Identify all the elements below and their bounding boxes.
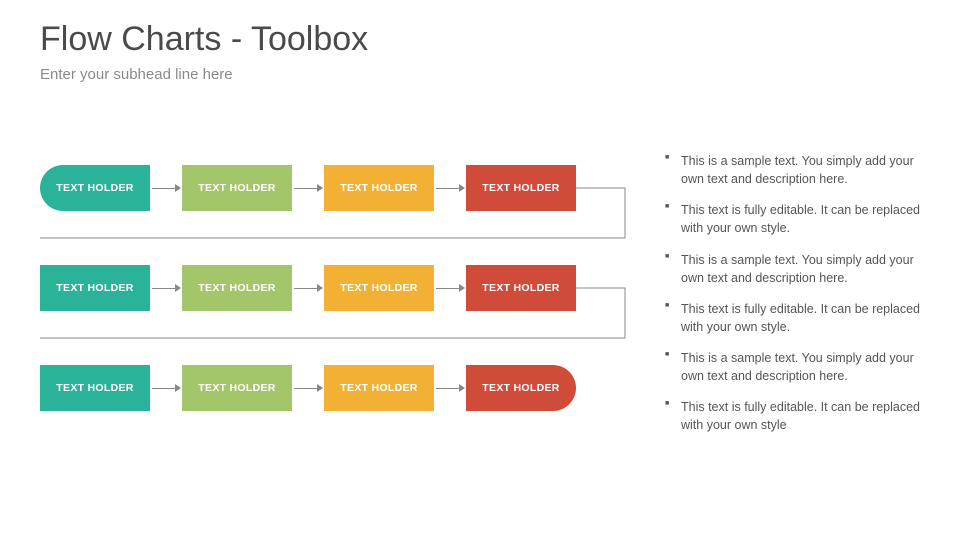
flow-node: TEXT HOLDER [182, 365, 292, 411]
flow-node: TEXT HOLDER [466, 365, 576, 411]
arrow-right-icon [292, 183, 324, 193]
list-item: This text is fully editable. It can be r… [665, 201, 935, 237]
flow-node: TEXT HOLDER [466, 265, 576, 311]
flow-node: TEXT HOLDER [324, 265, 434, 311]
page-subhead: Enter your subhead line here [40, 66, 233, 83]
flow-node: TEXT HOLDER [466, 165, 576, 211]
flow-row: TEXT HOLDER TEXT HOLDER TEXT HOLDER TEXT… [40, 265, 630, 311]
list-item: This is a sample text. You simply add yo… [665, 152, 935, 188]
arrow-right-icon [150, 283, 182, 293]
page-title: Flow Charts - Toolbox [40, 20, 368, 59]
arrow-right-icon [150, 183, 182, 193]
flow-node: TEXT HOLDER [182, 165, 292, 211]
description-list: This is a sample text. You simply add yo… [665, 152, 935, 448]
flow-row: TEXT HOLDER TEXT HOLDER TEXT HOLDER TEXT… [40, 365, 630, 411]
list-item: This is a sample text. You simply add yo… [665, 251, 935, 287]
list-item: This text is fully editable. It can be r… [665, 398, 935, 434]
flow-node: TEXT HOLDER [324, 365, 434, 411]
flow-node: TEXT HOLDER [40, 365, 150, 411]
arrow-right-icon [292, 383, 324, 393]
arrow-right-icon [434, 183, 466, 193]
list-item: This is a sample text. You simply add yo… [665, 349, 935, 385]
flow-node: TEXT HOLDER [182, 265, 292, 311]
arrow-right-icon [150, 383, 182, 393]
flow-node: TEXT HOLDER [324, 165, 434, 211]
arrow-right-icon [434, 283, 466, 293]
arrow-right-icon [434, 383, 466, 393]
flow-row: TEXT HOLDER TEXT HOLDER TEXT HOLDER TEXT… [40, 165, 630, 211]
arrow-right-icon [292, 283, 324, 293]
flow-node: TEXT HOLDER [40, 265, 150, 311]
flow-connectors [40, 165, 670, 485]
flow-node: TEXT HOLDER [40, 165, 150, 211]
list-item: This text is fully editable. It can be r… [665, 300, 935, 336]
flow-diagram: TEXT HOLDER TEXT HOLDER TEXT HOLDER TEXT… [40, 165, 630, 465]
